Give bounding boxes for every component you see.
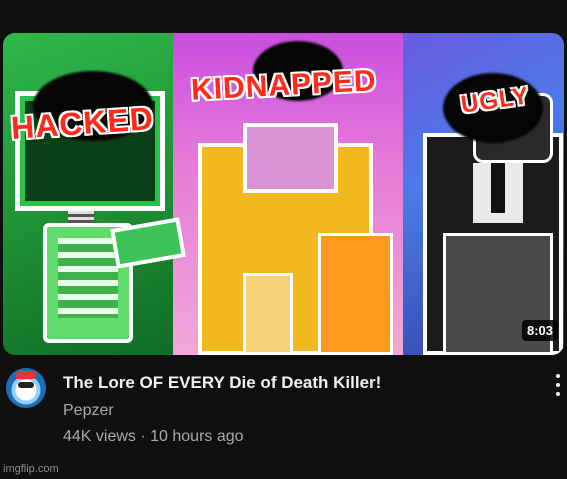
watermark: imgflip.com (3, 463, 59, 475)
video-stats: 44K views · 10 hours ago (63, 428, 244, 445)
gold-character-side (318, 233, 393, 355)
video-thumbnail[interactable]: HACKED KIDNAPPED UGLY 8:03 (3, 33, 564, 355)
channel-name[interactable]: Pepzer (63, 402, 527, 420)
suit-character-tie (491, 163, 505, 213)
kebab-dot (556, 374, 560, 378)
kebab-dot (556, 383, 560, 387)
gold-character-head (243, 123, 338, 193)
kebab-dot (556, 392, 560, 396)
robot-ribcage (58, 238, 118, 318)
video-metadata: The Lore OF EVERY Die of Death Killer! P… (63, 372, 527, 446)
more-vert-icon[interactable] (553, 374, 563, 396)
gold-character-leg (243, 273, 293, 355)
avatar-face (18, 382, 34, 388)
video-title[interactable]: The Lore OF EVERY Die of Death Killer! (63, 372, 527, 394)
duration-badge: 8:03 (521, 320, 558, 341)
video-card[interactable]: HACKED KIDNAPPED UGLY 8:03 The Lore OF E… (0, 0, 567, 479)
avatar-hat (16, 371, 36, 379)
channel-avatar[interactable] (6, 368, 46, 408)
